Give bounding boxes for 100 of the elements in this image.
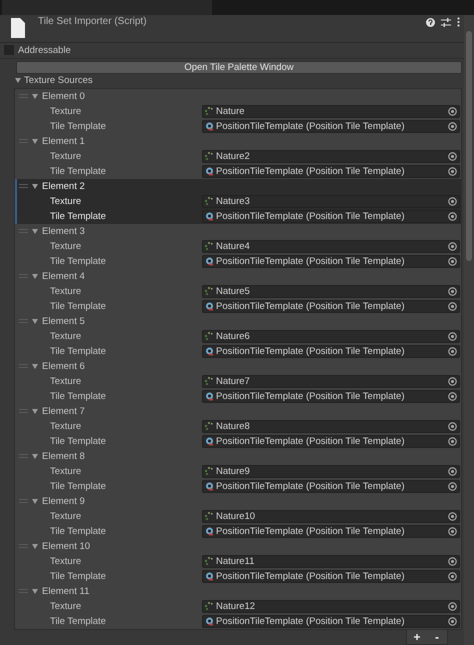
list-element[interactable]: Element 8 Texture Nature9 Tile Template PositionTileTemplate (Position Tile Template) xyxy=(15,448,461,494)
object-field[interactable]: Nature10 xyxy=(202,510,460,523)
field-value: PositionTileTemplate (Position Tile Template) xyxy=(216,120,405,132)
foldout-arrow-icon[interactable] xyxy=(32,138,38,144)
element-label: Element 8 xyxy=(42,450,85,462)
object-field[interactable]: Nature7 xyxy=(202,374,460,388)
template-icon xyxy=(205,122,214,131)
foldout-arrow-icon[interactable] xyxy=(32,364,38,369)
object-field[interactable]: PositionTileTemplate (Position Tile Template) xyxy=(202,524,460,538)
object-field[interactable]: Nature3 xyxy=(202,194,460,208)
object-field[interactable]: PositionTileTemplate (Position Tile Template) xyxy=(202,164,460,178)
list-element[interactable]: Element 4 Texture Nature5 Tile Template PositionTileTemplate (Position Tile Template) xyxy=(15,268,461,314)
drag-handle-icon[interactable] xyxy=(19,454,28,458)
field-value: Nature5 xyxy=(216,286,250,297)
foldout-arrow-icon[interactable] xyxy=(32,544,38,549)
field-value: Nature12 xyxy=(216,600,256,612)
drag-handle-icon[interactable] xyxy=(19,544,28,548)
list-element[interactable]: Element 3 Texture Nature4 Tile Template PositionTileTemplate (Position Tile Template) xyxy=(15,224,461,269)
drag-handle-icon[interactable] xyxy=(19,409,28,414)
object-field[interactable]: Nature11 xyxy=(202,554,460,568)
foldout-arrow-icon[interactable] xyxy=(32,228,38,234)
foldout-arrow-icon[interactable] xyxy=(15,78,21,84)
object-field[interactable]: PositionTileTemplate (Position Tile Template) xyxy=(202,434,460,448)
list-element[interactable]: Element 6 Texture Nature7 Tile Template PositionTileTemplate (Position Tile Template) xyxy=(15,358,461,404)
list-footer-button[interactable]: + xyxy=(407,630,427,644)
help-icon[interactable] xyxy=(426,18,435,26)
list-footer-button[interactable]: - xyxy=(427,630,447,644)
open-palette-button[interactable]: Open Tile Palette Window xyxy=(16,60,462,74)
foldout-arrow-icon[interactable] xyxy=(32,94,38,99)
list-element[interactable]: Element 7 Texture Nature8 Tile Template PositionTileTemplate (Position Tile Template) xyxy=(15,404,461,449)
more-icon[interactable] xyxy=(457,17,460,27)
texture-icon xyxy=(205,106,214,116)
drag-handle-icon[interactable] xyxy=(19,184,28,188)
drag-handle-icon[interactable] xyxy=(19,139,28,144)
field-label: Tile Template xyxy=(49,120,107,132)
field-label: Texture xyxy=(49,196,82,207)
object-field[interactable]: PositionTileTemplate (Position Tile Template) xyxy=(202,300,460,313)
object-field[interactable]: PositionTileTemplate (Position Tile Template) xyxy=(202,614,460,628)
object-field[interactable]: PositionTileTemplate (Position Tile Template) xyxy=(202,254,460,268)
element-label: Element 6 xyxy=(42,360,85,372)
texture-icon xyxy=(205,556,214,566)
foldout-arrow-icon[interactable] xyxy=(32,408,38,414)
object-field[interactable]: PositionTileTemplate (Position Tile Template) xyxy=(202,480,460,493)
drag-handle-icon[interactable] xyxy=(19,589,28,594)
field-label: Texture xyxy=(49,106,82,117)
drag-handle-icon[interactable] xyxy=(19,94,28,98)
object-field[interactable]: PositionTileTemplate (Position Tile Template) xyxy=(202,570,460,583)
field-label: Texture xyxy=(49,286,82,297)
template-icon xyxy=(205,256,214,266)
template-icon xyxy=(205,482,214,491)
object-field[interactable]: Nature9 xyxy=(202,464,460,478)
field-value: Nature xyxy=(216,106,245,117)
drag-handle-icon[interactable] xyxy=(19,229,28,234)
object-field[interactable]: PositionTileTemplate (Position Tile Template) xyxy=(202,210,460,223)
foldout-arrow-icon[interactable] xyxy=(32,184,38,189)
scrollbar-thumb[interactable] xyxy=(466,31,472,261)
object-field[interactable]: Nature12 xyxy=(202,600,460,613)
field-label: Tile Template xyxy=(49,570,107,582)
foldout-arrow-icon[interactable] xyxy=(32,498,38,504)
field-label: Tile Template xyxy=(49,616,107,627)
list-element[interactable]: Element 11 Texture Nature12 Tile Template PositionTileTemplate (Position Tile Template) xyxy=(15,584,461,629)
texture-icon xyxy=(205,376,214,386)
object-field[interactable]: PositionTileTemplate (Position Tile Template) xyxy=(202,120,460,133)
sliders-icon[interactable] xyxy=(441,18,451,26)
drag-handle-icon[interactable] xyxy=(19,274,28,278)
foldout-arrow-icon[interactable] xyxy=(32,274,38,279)
object-field[interactable]: PositionTileTemplate (Position Tile Template) xyxy=(202,390,460,403)
foldout-arrow-icon[interactable] xyxy=(32,318,38,324)
field-label: Texture xyxy=(49,376,82,387)
object-field[interactable]: PositionTileTemplate (Position Tile Template) xyxy=(202,344,460,358)
field-label: Texture xyxy=(49,600,82,612)
foldout-arrow-icon[interactable] xyxy=(32,588,38,594)
drag-handle-icon[interactable] xyxy=(19,364,28,368)
texture-icon xyxy=(205,152,214,161)
object-field[interactable]: Nature6 xyxy=(202,330,460,343)
object-field[interactable]: Nature xyxy=(202,104,460,118)
object-field[interactable]: Nature4 xyxy=(202,240,460,253)
texture-icon xyxy=(205,422,214,431)
element-label: Element 2 xyxy=(42,180,85,192)
texture-icon xyxy=(205,466,214,476)
object-field[interactable]: Nature2 xyxy=(202,150,460,163)
foldout-arrow-icon[interactable] xyxy=(32,454,38,459)
drag-handle-icon[interactable] xyxy=(19,319,28,324)
list-element[interactable]: Element 9 Texture Nature10 Tile Template PositionTileTemplate (Position Tile Template) xyxy=(15,494,461,539)
list-element[interactable]: Element 5 Texture Nature6 Tile Template PositionTileTemplate (Position Tile Template) xyxy=(15,314,461,359)
field-label: Tile Template xyxy=(49,436,107,447)
object-field[interactable]: Nature5 xyxy=(202,284,460,298)
field-label: Texture xyxy=(49,150,82,162)
list-element[interactable]: Element 1 Texture Nature2 Tile Template PositionTileTemplate (Position Tile Template) xyxy=(15,134,461,179)
template-icon xyxy=(205,346,214,356)
field-value: PositionTileTemplate (Position Tile Template) xyxy=(216,616,405,627)
list-element[interactable]: Element 10 Texture Nature11 Tile Template PositionTileTemplate (Position Tile Template) xyxy=(15,538,461,584)
template-icon xyxy=(205,302,214,311)
object-field[interactable]: Nature8 xyxy=(202,420,460,433)
list-element[interactable]: Element 0 Texture Nature Tile Template PositionTileTemplate (Position Tile Template) xyxy=(15,88,461,134)
drag-handle-icon[interactable] xyxy=(19,499,28,504)
field-label: Texture xyxy=(49,420,82,432)
field-value: Nature10 xyxy=(216,510,256,522)
scrollbar[interactable] xyxy=(464,15,474,645)
list-element[interactable]: Element 2 Texture Nature3 Tile Template PositionTileTemplate (Position Tile Template) xyxy=(15,178,461,224)
